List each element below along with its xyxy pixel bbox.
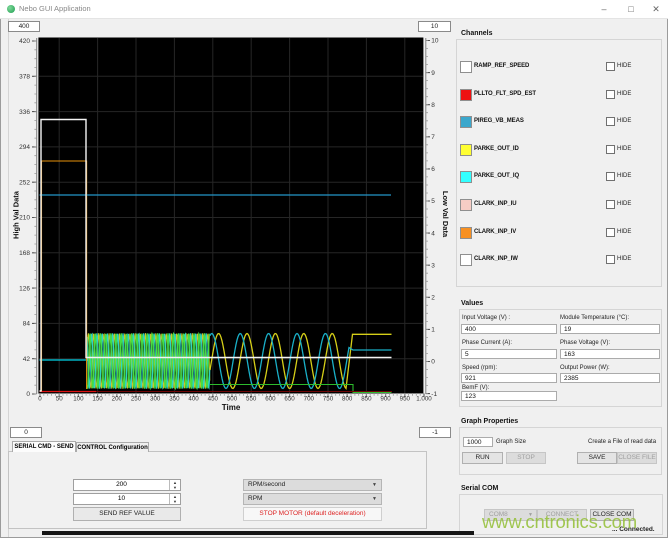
svg-text:Time: Time [222,403,241,412]
svg-text:7: 7 [431,134,435,141]
svg-text:126: 126 [19,285,30,292]
svg-text:150: 150 [92,396,103,403]
svg-text:4: 4 [431,230,435,237]
svg-text:900: 900 [380,396,391,403]
svg-text:850: 850 [361,396,372,403]
svg-text:1: 1 [431,327,435,334]
svg-text:1.000: 1.000 [416,396,432,403]
svg-text:0: 0 [431,359,435,366]
svg-text:450: 450 [208,396,219,403]
svg-text:294: 294 [19,144,30,151]
svg-text:800: 800 [342,396,353,403]
svg-text:-1: -1 [431,391,437,398]
svg-text:84: 84 [23,321,31,328]
svg-text:550: 550 [246,396,257,403]
svg-text:250: 250 [131,396,142,403]
svg-text:50: 50 [56,396,63,403]
svg-text:420: 420 [19,38,30,45]
svg-text:5: 5 [431,198,435,205]
svg-text:210: 210 [19,215,30,222]
svg-text:336: 336 [19,109,30,116]
svg-text:300: 300 [150,396,161,403]
svg-text:2: 2 [431,295,435,302]
svg-text:650: 650 [284,396,295,403]
svg-text:8: 8 [431,102,435,109]
svg-text:600: 600 [265,396,276,403]
svg-text:200: 200 [112,396,123,403]
svg-text:700: 700 [304,396,315,403]
svg-text:High Val Data: High Val Data [12,190,21,239]
svg-text:400: 400 [188,396,199,403]
svg-text:0: 0 [26,391,30,398]
svg-text:42: 42 [23,356,31,363]
svg-text:3: 3 [431,262,435,269]
svg-text:950: 950 [400,396,411,403]
svg-text:6: 6 [431,166,435,173]
svg-text:750: 750 [323,396,334,403]
svg-text:378: 378 [19,74,30,81]
svg-text:100: 100 [73,396,84,403]
svg-text:9: 9 [431,70,435,77]
svg-text:252: 252 [19,179,30,186]
svg-text:Low Val Data: Low Val Data [441,191,450,238]
svg-text:168: 168 [19,250,30,257]
svg-text:500: 500 [227,396,238,403]
svg-text:350: 350 [169,396,180,403]
svg-text:0: 0 [38,396,42,403]
svg-text:10: 10 [431,38,439,45]
